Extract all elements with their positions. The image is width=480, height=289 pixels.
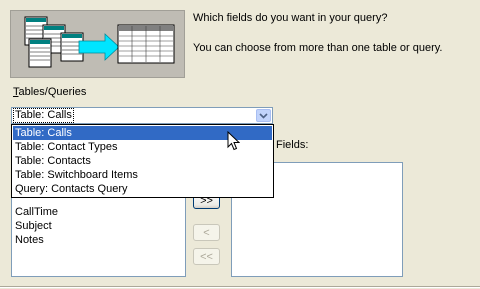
tables-queries-combo[interactable]: Table: Calls bbox=[11, 107, 273, 124]
tables-queries-selected-value: Table: Calls bbox=[13, 108, 74, 123]
tables-to-query-illustration bbox=[24, 16, 175, 68]
list-item[interactable]: CallTime bbox=[15, 205, 58, 219]
list-item[interactable]: Subject bbox=[15, 219, 52, 233]
combo-dropdown-button[interactable] bbox=[256, 109, 271, 122]
mouse-pointer-icon bbox=[227, 131, 240, 151]
wizard-question: Which fields do you want in your query? bbox=[193, 12, 388, 24]
selected-fields-label: Fields: bbox=[276, 139, 309, 151]
dropdown-option[interactable]: Table: Contacts bbox=[13, 154, 272, 168]
chevron-down-icon bbox=[259, 112, 268, 119]
wizard-hint: You can choose from more than one table … bbox=[193, 42, 443, 54]
tables-queries-label-rest: ables/Queries bbox=[18, 86, 87, 98]
remove-field-button[interactable]: < bbox=[193, 224, 220, 241]
wizard-illustration bbox=[10, 10, 185, 78]
tables-queries-label: Tables/Queries bbox=[13, 86, 86, 98]
remove-all-fields-button[interactable]: << bbox=[193, 248, 220, 265]
list-item[interactable]: Notes bbox=[15, 233, 44, 247]
dialog-separator-highlight bbox=[0, 287, 480, 288]
dropdown-option[interactable]: Query: Contacts Query bbox=[13, 182, 272, 196]
dropdown-option[interactable]: Table: Switchboard Items bbox=[13, 168, 272, 182]
